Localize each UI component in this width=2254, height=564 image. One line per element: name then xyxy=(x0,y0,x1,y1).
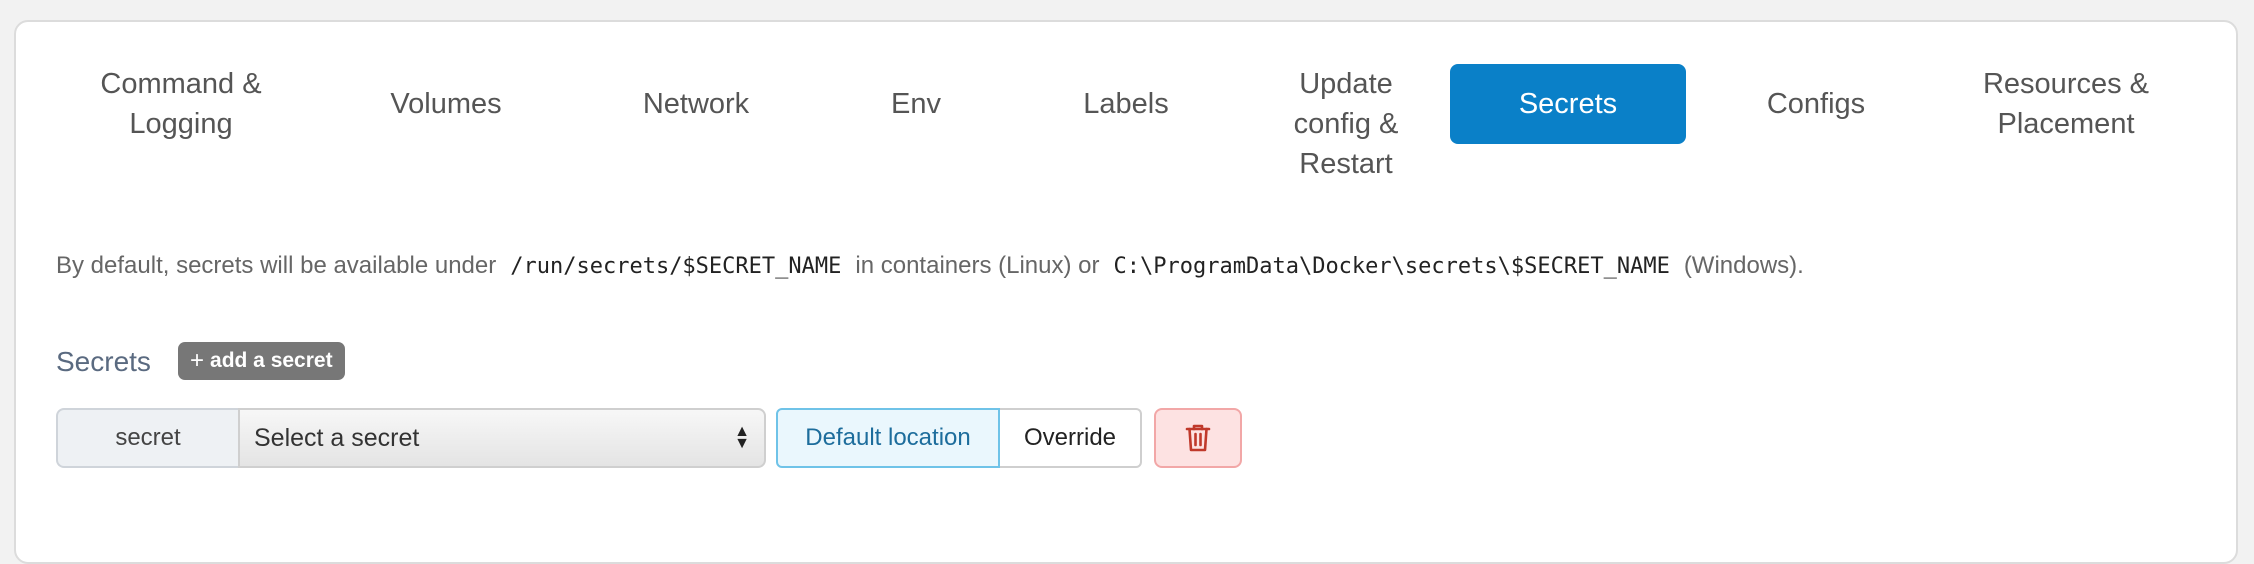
tab-secrets[interactable]: Secrets xyxy=(1450,64,1686,144)
help-suffix: (Windows). xyxy=(1683,252,1804,279)
tab-resources-placement[interactable]: Resources & Placement xyxy=(1936,64,2196,144)
tab-volumes[interactable]: Volumes xyxy=(346,64,546,144)
tab-label: Network xyxy=(642,88,750,120)
secrets-section-label: Secrets xyxy=(56,346,151,377)
tab-bar: Command & Logging Volumes Network Env La… xyxy=(16,22,2236,222)
delete-secret-button[interactable] xyxy=(1154,408,1242,468)
tab-label-line: config & xyxy=(1293,108,1399,140)
tab-label-line: Restart xyxy=(1299,148,1393,180)
tab-label: Volumes xyxy=(390,88,502,120)
windows-path: C:\ProgramData\Docker\secrets\$SECRET_NA… xyxy=(1113,253,1670,279)
default-location-button[interactable]: Default location xyxy=(776,408,1000,468)
secret-row: secret Select a secret ▲ ▼ Default locati… xyxy=(56,408,1242,468)
tab-label: Labels xyxy=(1083,88,1169,120)
tab-label-line: Placement xyxy=(1997,108,2135,140)
tab-update-config-restart[interactable]: Update config & Restart xyxy=(1246,64,1446,184)
secrets-help-text: By default, secrets will be available un… xyxy=(56,252,1804,280)
tab-label-line: Update xyxy=(1299,68,1393,100)
service-config-panel: Command & Logging Volumes Network Env La… xyxy=(14,20,2238,564)
plus-icon: + xyxy=(190,347,205,374)
secret-addon-label: secret xyxy=(56,408,238,468)
trash-icon xyxy=(1185,424,1211,452)
tab-label-line: Command & xyxy=(100,68,262,100)
secret-select[interactable]: Select a secret ▲ ▼ xyxy=(238,408,766,468)
tab-label: Env xyxy=(891,88,941,120)
help-prefix: By default, secrets will be available un… xyxy=(56,252,497,279)
add-secret-button[interactable]: + add a secret xyxy=(178,342,345,380)
tab-command-logging[interactable]: Command & Logging xyxy=(56,64,306,144)
select-arrows-icon: ▲ ▼ xyxy=(734,423,750,452)
linux-path: /run/secrets/$SECRET_NAME xyxy=(510,253,842,279)
tab-configs[interactable]: Configs xyxy=(1716,64,1916,144)
tab-label-line: Resources & xyxy=(1982,68,2149,100)
tab-network[interactable]: Network xyxy=(596,64,796,144)
tab-label-line: Logging xyxy=(129,108,233,140)
location-toggle: Default location Override xyxy=(776,408,1142,468)
secret-select-value: Select a secret xyxy=(254,423,420,452)
override-button[interactable]: Override xyxy=(1000,408,1142,468)
tab-env[interactable]: Env xyxy=(836,64,996,144)
tab-label: Configs xyxy=(1766,88,1866,120)
tab-label: Secrets xyxy=(1518,88,1618,120)
add-secret-label: add a secret xyxy=(210,349,333,372)
tab-labels[interactable]: Labels xyxy=(1036,64,1216,144)
help-middle: in containers (Linux) or xyxy=(855,252,1100,279)
